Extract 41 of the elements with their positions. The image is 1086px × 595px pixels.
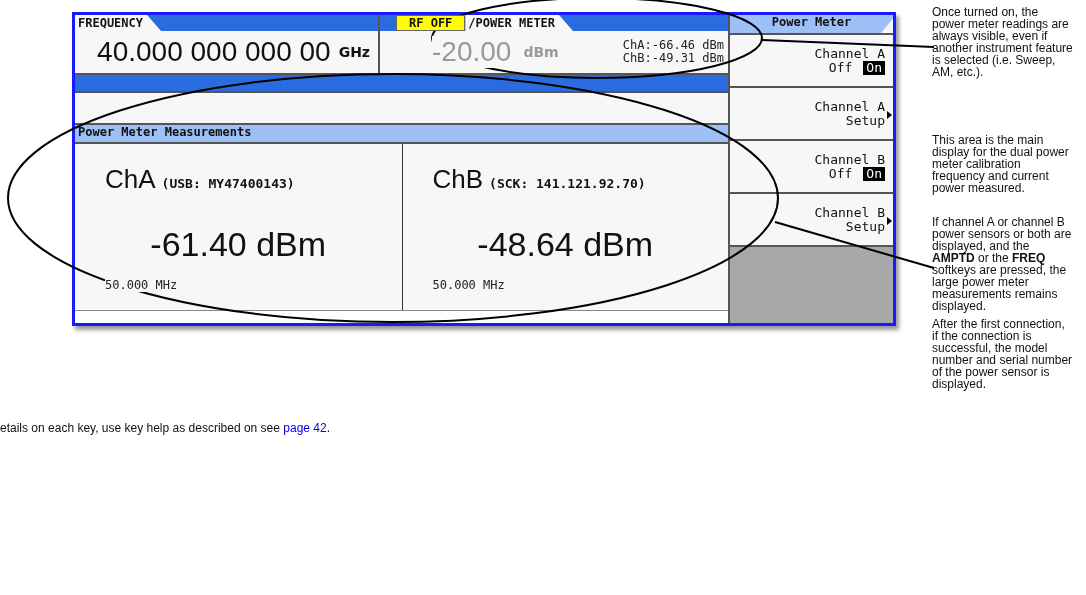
submenu-arrow-icon	[887, 111, 892, 119]
panel-title: Power Meter Measurements	[75, 123, 728, 142]
calibration-frequency: 50.000 MHz	[432, 278, 505, 292]
toggle-option: On	[863, 166, 885, 181]
toggle-option: Off	[825, 166, 856, 181]
annotation-text: This area is the main display for the dual power meter calibration frequency and current power measured.	[932, 134, 1070, 194]
frequency-value: 40.000 000 000 00	[97, 36, 331, 68]
page-link[interactable]: page 42	[283, 421, 327, 435]
power-meter-reading: ChA:-66.46 dBm	[622, 39, 724, 52]
channel-name: ChA	[105, 164, 156, 195]
toggle-option: On	[863, 60, 885, 75]
power-reading: -48.64 dBm	[477, 225, 654, 264]
toggle-option: Off	[825, 60, 856, 75]
softkey-button[interactable]: Channel A Setup	[730, 86, 893, 139]
submenu-arrow-icon	[887, 217, 892, 225]
channel-name: ChB	[432, 164, 484, 195]
footer-text: etails on each key, use key help as described on see page 42.	[0, 421, 332, 435]
calibration-frequency: 50.000 MHz	[105, 278, 178, 292]
softkey-label: Channel B	[814, 152, 885, 167]
power-reading: -61.40 dBm	[150, 225, 327, 264]
softkey-menu-title: Power Meter	[730, 15, 893, 33]
softkey-button[interactable]: Channel A Off On	[730, 33, 893, 86]
power-meter-reading: ChB:-49.31 dBm	[622, 52, 724, 65]
frequency-unit: GHz	[338, 44, 370, 60]
softkey-label: Setup	[845, 219, 885, 234]
softkey-label: Channel A	[814, 46, 885, 61]
sensor-id: (USB: MY47400143)	[161, 176, 295, 191]
rf-status-badge: RF OFF	[396, 15, 466, 31]
softkey-label: Setup	[845, 113, 885, 128]
sensor-id: (SCK: 141.121.92.70)	[489, 176, 646, 191]
annotation-text: Once turned on, the power meter readings are always visible, even if another instrument feature is selected (i.e. Sweep, AM, etc.).	[932, 6, 1074, 78]
annotation-text: If channel A or channel B power sensors or both are displayed, and the AMPTD or the FREQ softkeys are pressed, the large power meter measurements remains displayed.	[932, 216, 1073, 312]
amplitude-unit: dBm	[523, 44, 559, 60]
frequency-label: FREQUENCY	[75, 15, 162, 31]
softkey-label: Channel B	[814, 205, 885, 220]
amplitude-value: -20.00	[432, 36, 512, 68]
softkey-button[interactable]: Channel B Off On	[730, 139, 893, 192]
amplitude-label: /POWER METER	[465, 15, 574, 31]
annotation-text: After the first connection, if the connection is successful, the model number and serial number of the power sensor is displayed.	[932, 318, 1074, 390]
softkey-label: Channel A	[814, 99, 885, 114]
softkey-button[interactable]: Channel B Setup	[730, 192, 893, 245]
